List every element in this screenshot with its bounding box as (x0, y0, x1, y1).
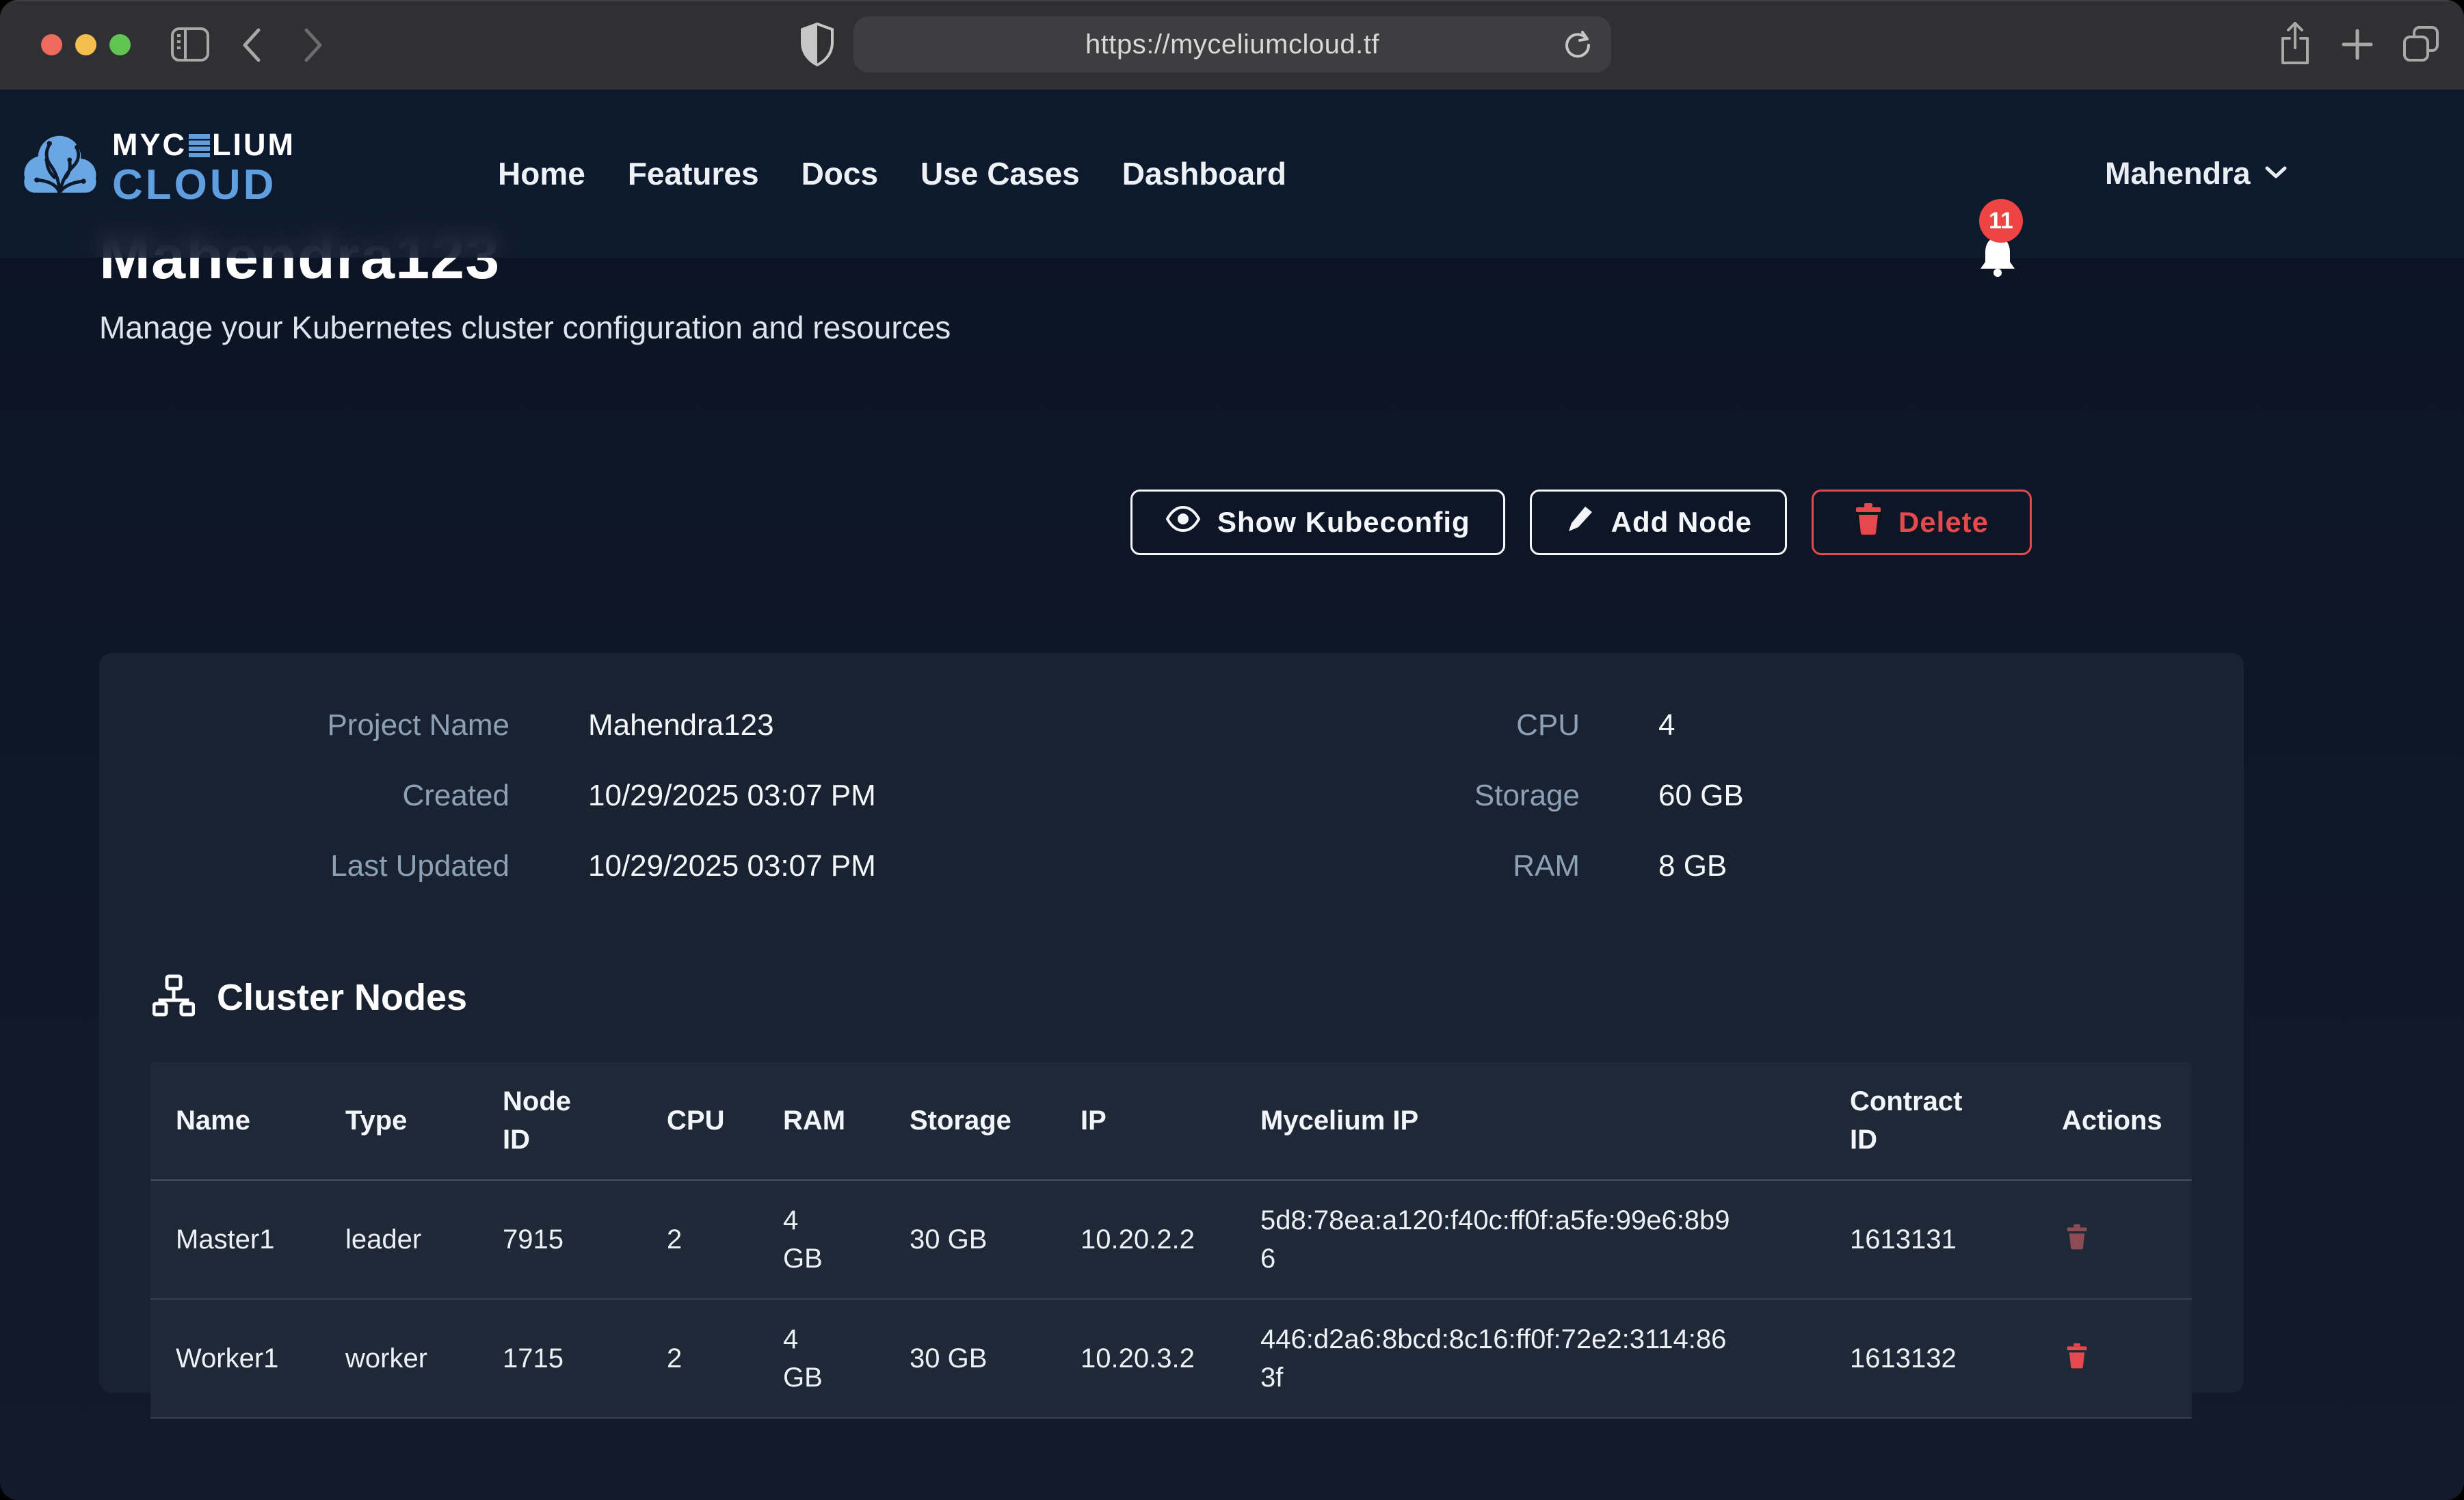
notifications-button[interactable]: 11 (1972, 90, 2061, 258)
node-storage: 30 GB (884, 1299, 1055, 1418)
nav-links: Home Features Docs Use Cases Dashboard (498, 90, 1286, 258)
cluster-actions-row: Show Kubeconfig Add Node (1130, 490, 2032, 555)
pencil-icon (1565, 504, 1595, 541)
delete-cluster-button[interactable]: Delete (1812, 490, 2032, 555)
trash-icon (2066, 1361, 2088, 1371)
node-cpu: 2 (641, 1299, 758, 1418)
node-cpu: 2 (641, 1180, 758, 1299)
col-actions: Actions (2037, 1062, 2192, 1180)
mycelium-tree-icon (19, 128, 100, 208)
col-mycelium-ip: Mycelium IP (1235, 1062, 1825, 1180)
info-row-cpu: CPU 4 (99, 690, 1675, 760)
table-row: Worker1 worker 1715 2 4 GB 30 GB 10.20.3… (150, 1299, 2192, 1418)
url-text: https://myceliumcloud.tf (1085, 29, 1379, 60)
nav-item-docs[interactable]: Docs (802, 155, 878, 192)
trash-icon (2066, 1242, 2088, 1252)
node-type: worker (320, 1299, 477, 1418)
browser-chrome: https://myceliumcloud.tf (0, 0, 2464, 90)
site-navbar: MYCLIUM CLOUD Home Features Docs Use Cas… (0, 90, 2464, 258)
node-id: 7915 (477, 1180, 641, 1299)
col-ram: RAM (758, 1062, 884, 1180)
network-nodes-icon (153, 974, 195, 1020)
cluster-nodes-title: Cluster Nodes (217, 976, 467, 1019)
node-name: Master1 (150, 1180, 320, 1299)
node-name: Worker1 (150, 1299, 320, 1418)
url-bar[interactable]: https://myceliumcloud.tf (853, 16, 1611, 72)
nav-item-use-cases[interactable]: Use Cases (920, 155, 1080, 192)
brand-wordmark: MYCLIUM CLOUD (112, 129, 295, 206)
node-id: 1715 (477, 1299, 641, 1418)
table-header-row: Name Type Node ID CPU RAM Storage IP Myc… (150, 1062, 2192, 1180)
col-node-id: Node ID (477, 1062, 641, 1180)
ram-label: RAM (1340, 849, 1580, 883)
node-mycelium-ip: 5d8:78ea:a120:f40c:ff0f:a5fe:99e6:8b96 (1235, 1180, 1825, 1299)
nav-item-dashboard[interactable]: Dashboard (1122, 155, 1286, 192)
chevron-down-icon (2264, 165, 2288, 183)
eye-icon (1165, 505, 1201, 539)
col-type: Type (320, 1062, 477, 1180)
trash-icon (1855, 503, 1882, 541)
cluster-detail-panel: Project Name Mahendra123 Created 10/29/2… (99, 653, 2244, 1393)
table-row: Master1 leader 7915 2 4 GB 30 GB 10.20.2… (150, 1180, 2192, 1299)
cpu-value: 4 (1658, 708, 1675, 742)
col-contract-id: Contract ID (1825, 1062, 2037, 1180)
nav-item-home[interactable]: Home (498, 155, 585, 192)
brand-e-glyph (189, 134, 210, 157)
storage-label: Storage (1340, 779, 1580, 813)
delete-node-button[interactable] (2062, 1339, 2092, 1375)
col-ip: IP (1055, 1062, 1235, 1180)
cluster-nodes-table: Name Type Node ID CPU RAM Storage IP Myc… (150, 1062, 2192, 1419)
col-name: Name (150, 1062, 320, 1180)
page-subtitle: Manage your Kubernetes cluster configura… (99, 309, 951, 346)
show-kubeconfig-label: Show Kubeconfig (1217, 506, 1470, 539)
node-contract-id: 1613131 (1825, 1180, 2037, 1299)
zoom-window-button[interactable] (109, 34, 131, 55)
add-node-label: Add Node (1611, 506, 1752, 539)
brand-logo[interactable]: MYCLIUM CLOUD (19, 128, 295, 208)
notification-badge: 11 (1979, 199, 2023, 243)
brand-line1: MYCLIUM (112, 129, 295, 160)
info-row-storage: Storage 60 GB (99, 760, 1744, 831)
brand-line2: CLOUD (112, 164, 295, 206)
browser-window: Mahendra123 Manage your Kubernetes clust… (0, 0, 2464, 1500)
show-kubeconfig-button[interactable]: Show Kubeconfig (1130, 490, 1505, 555)
node-ip: 10.20.2.2 (1055, 1180, 1235, 1299)
close-window-button[interactable] (41, 34, 62, 55)
nav-item-features[interactable]: Features (628, 155, 759, 192)
node-storage: 30 GB (884, 1180, 1055, 1299)
add-node-button[interactable]: Add Node (1530, 490, 1787, 555)
col-storage: Storage (884, 1062, 1055, 1180)
cluster-nodes-header: Cluster Nodes (153, 974, 467, 1020)
cpu-label: CPU (1340, 708, 1580, 742)
delete-label: Delete (1898, 506, 1989, 539)
node-ram: 4 GB (758, 1299, 884, 1418)
node-contract-id: 1613132 (1825, 1299, 2037, 1418)
minimize-window-button[interactable] (75, 34, 96, 55)
node-ram: 4 GB (758, 1180, 884, 1299)
delete-node-button[interactable] (2062, 1220, 2092, 1256)
info-row-ram: RAM 8 GB (99, 831, 1727, 901)
screenshot-stage: Mahendra123 Manage your Kubernetes clust… (0, 0, 2464, 1500)
ram-value: 8 GB (1658, 849, 1727, 883)
node-type: leader (320, 1180, 477, 1299)
storage-value: 60 GB (1658, 779, 1744, 813)
col-cpu: CPU (641, 1062, 758, 1180)
node-mycelium-ip: 446:d2a6:8bcd:8c16:ff0f:72e2:3114:863f (1235, 1299, 1825, 1418)
user-menu[interactable]: Mahendra (2105, 90, 2288, 258)
user-name: Mahendra (2105, 156, 2251, 191)
node-ip: 10.20.3.2 (1055, 1299, 1235, 1418)
